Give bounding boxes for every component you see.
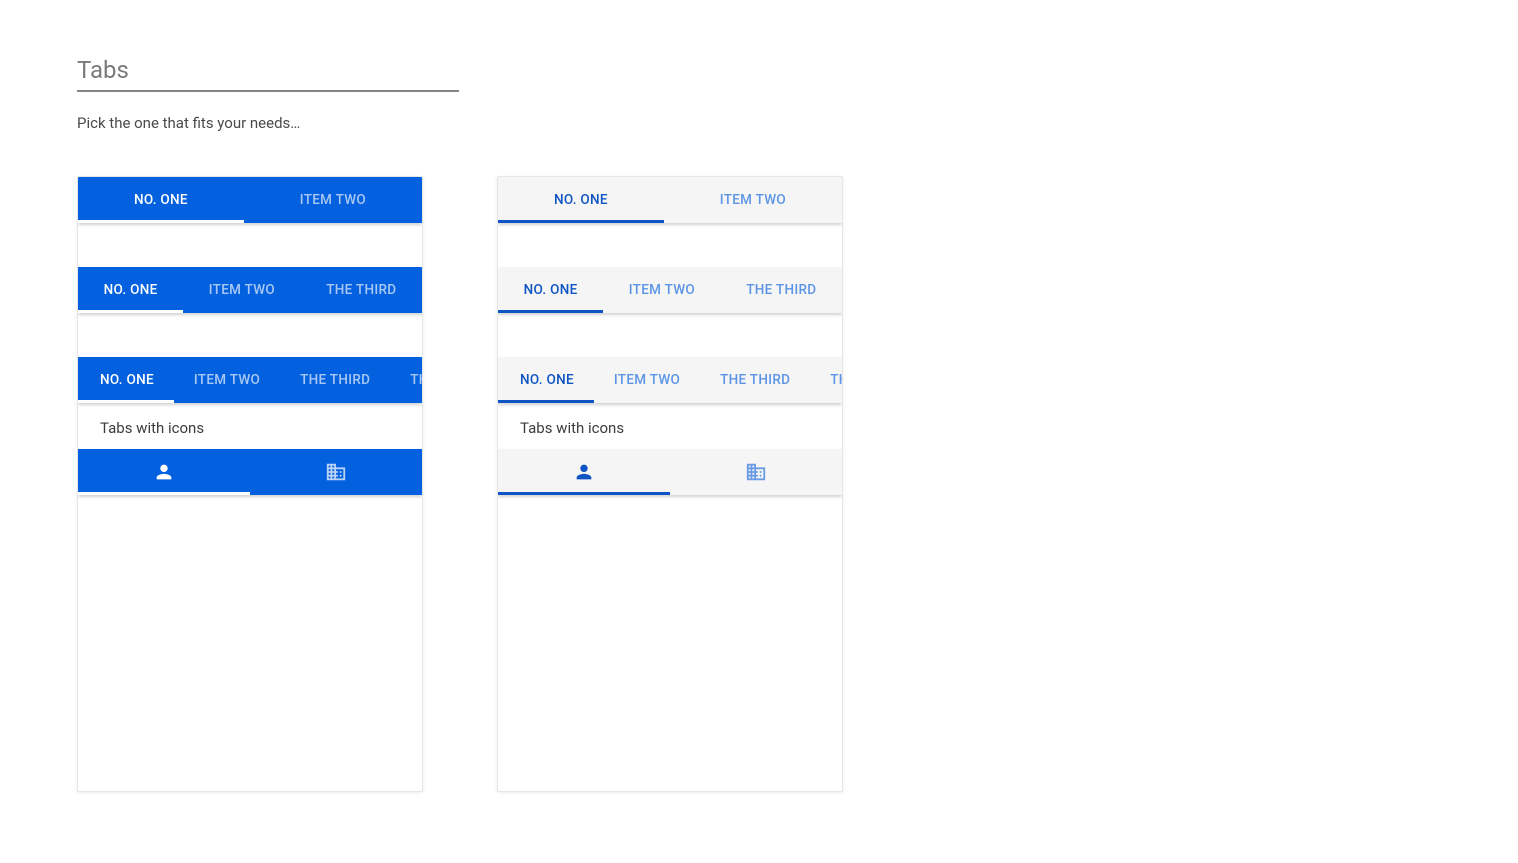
tab-label: THE THIRD [326,282,396,298]
tab-item-two[interactable]: ITEM TWO [603,267,721,313]
tab-label: NO. ONE [134,192,188,208]
tab-label: THE THIRD [300,372,370,388]
tab-no-one[interactable]: NO. ONE [498,357,594,403]
tabbar-primary-3: NO. ONE ITEM TWO THE THIRD [78,267,422,313]
company-icon [745,461,767,483]
tab-label: THE FOURTH [410,372,422,388]
section-label-icons: Tabs with icons [78,403,422,449]
tab-item-two[interactable]: ITEM TWO [174,357,280,403]
tab-item-two[interactable]: ITEM TWO [244,177,422,223]
tab-no-one[interactable]: NO. ONE [78,267,183,313]
tab-label: THE THIRD [720,372,790,388]
tab-company[interactable] [250,449,422,495]
tab-the-fourth[interactable]: THE FOURTH [810,357,842,403]
tabbar-primary-2: NO. ONE ITEM TWO [78,177,422,223]
tab-no-one[interactable]: NO. ONE [498,177,664,223]
section-label-icons: Tabs with icons [498,403,842,449]
tab-company[interactable] [670,449,842,495]
tab-label: ITEM TWO [614,372,680,388]
spacer [78,223,422,267]
person-icon [573,461,595,483]
column-secondary: NO. ONE ITEM TWO NO. ONE ITEM TWO THE TH… [497,176,843,792]
tab-item-two[interactable]: ITEM TWO [183,267,301,313]
person-icon [153,461,175,483]
spacer [78,313,422,357]
tab-label: THE THIRD [746,282,816,298]
tab-label: ITEM TWO [300,192,366,208]
tab-the-third[interactable]: THE THIRD [280,357,390,403]
tab-person[interactable] [498,449,670,495]
tab-the-fourth[interactable]: THE FOURTH [390,357,422,403]
tab-label: NO. ONE [524,282,578,298]
tabbar-secondary-3: NO. ONE ITEM TWO THE THIRD [498,267,842,313]
tabbar-primary-icons [78,449,422,495]
tab-label: THE FOURTH [830,372,842,388]
tab-label: NO. ONE [520,372,574,388]
tab-the-third[interactable]: THE THIRD [301,267,422,313]
tab-label: NO. ONE [104,282,158,298]
page-title: Tabs [77,56,459,92]
tab-label: NO. ONE [554,192,608,208]
tab-no-one[interactable]: NO. ONE [78,357,174,403]
tab-the-third[interactable]: THE THIRD [700,357,810,403]
tab-the-third[interactable]: THE THIRD [721,267,842,313]
column-primary: NO. ONE ITEM TWO NO. ONE ITEM TWO THE TH… [77,176,423,792]
tab-label: ITEM TWO [720,192,786,208]
tabbar-secondary-icons [498,449,842,495]
tab-item-two[interactable]: ITEM TWO [664,177,842,223]
tab-no-one[interactable]: NO. ONE [498,267,603,313]
spacer [498,223,842,267]
tabbar-secondary-4-scrollable[interactable]: NO. ONE ITEM TWO THE THIRD THE FOURTH [498,357,842,403]
tabbar-secondary-2: NO. ONE ITEM TWO [498,177,842,223]
company-icon [325,461,347,483]
tab-label: ITEM TWO [209,282,275,298]
tab-item-two[interactable]: ITEM TWO [594,357,700,403]
tabbar-primary-4-scrollable[interactable]: NO. ONE ITEM TWO THE THIRD THE FOURTH [78,357,422,403]
spacer [498,313,842,357]
tab-label: ITEM TWO [194,372,260,388]
tab-no-one[interactable]: NO. ONE [78,177,244,223]
tab-person[interactable] [78,449,250,495]
tab-label: NO. ONE [100,372,154,388]
tab-label: ITEM TWO [629,282,695,298]
page-subtitle: Pick the one that fits your needs… [77,114,1518,132]
